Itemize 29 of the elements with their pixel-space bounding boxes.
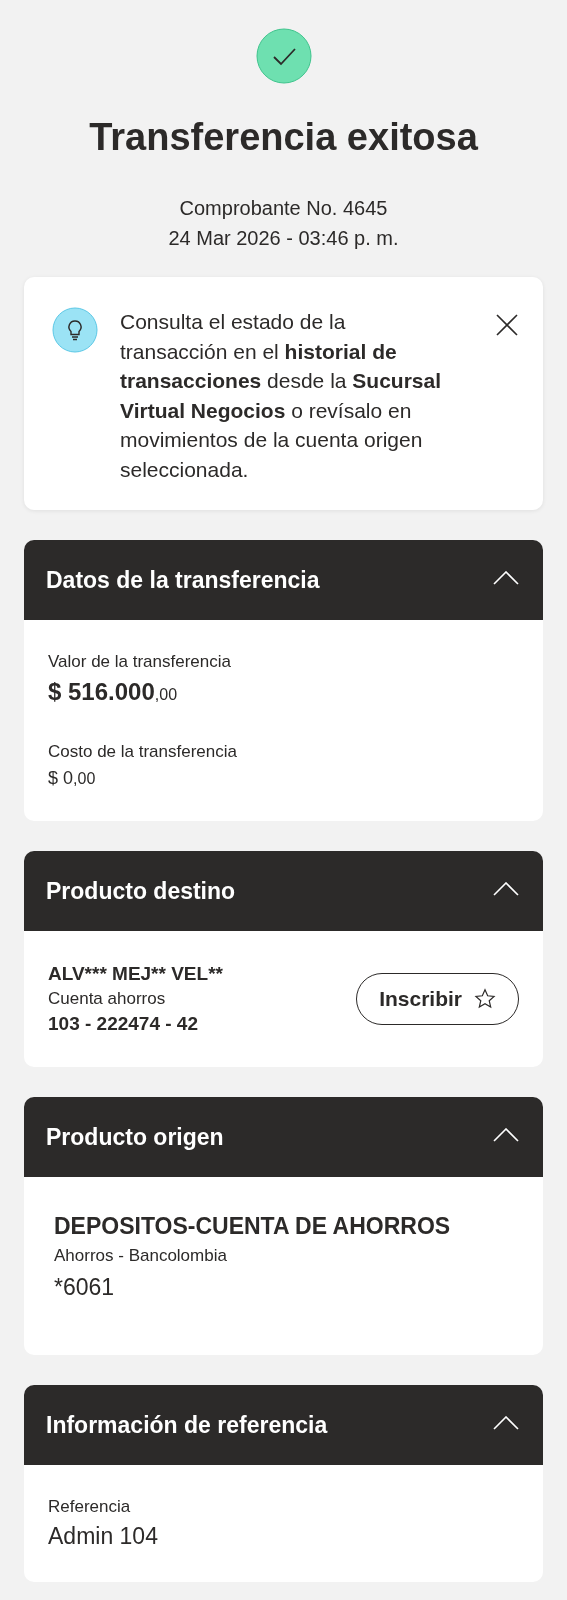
amount-value: $ 516.000,00	[48, 678, 179, 706]
product-type: Ahorros - Bancolombia	[54, 1246, 228, 1266]
page-title: Transferencia exitosa	[89, 116, 478, 159]
chevron-icon	[493, 1416, 519, 1430]
close-icon[interactable]	[495, 313, 519, 337]
field-label: Valor de la transferencia	[48, 652, 232, 672]
section-header[interactable]: Producto destino	[24, 851, 543, 931]
section-header[interactable]: Producto origen	[24, 1097, 543, 1177]
notice-text: Consulta el estado de la transacción en el historial de transacciones desde la Sucursal Virtual Negocios o revísalo en movimientos de la cuenta origen seleccionada.	[120, 309, 443, 483]
field-label: Referencia	[48, 1497, 132, 1517]
product-number: *6061	[54, 1274, 116, 1301]
chevron-icon	[493, 571, 519, 585]
product-name: DEPOSITOS-CUENTA DE AHORROS	[54, 1213, 452, 1240]
chevron-icon	[493, 1128, 519, 1142]
chevron-icon	[493, 882, 519, 896]
enroll-button[interactable]: Inscribir	[356, 973, 519, 1025]
account-type: Cuenta ahorros	[48, 989, 167, 1009]
account-number: 103 - 222474 - 42	[48, 1013, 199, 1035]
field-label: Costo de la transferencia	[48, 742, 238, 762]
account-holder: ALV*** MEJ** VEL**	[48, 963, 223, 985]
section-header[interactable]: Datos de la transferencia	[24, 540, 543, 620]
star-icon	[474, 988, 496, 1010]
receipt-number: Comprobante No. 4645	[179, 196, 388, 221]
field-value: Admin 104	[48, 1523, 159, 1550]
lightbulb-icon	[52, 307, 98, 353]
success-check-icon	[255, 28, 312, 84]
section-header[interactable]: Información de referencia	[24, 1385, 543, 1465]
amount-value: $ 0,00	[48, 768, 97, 789]
transfer-datetime: 24 Mar 2026 - 03:46 p. m.	[168, 226, 399, 251]
